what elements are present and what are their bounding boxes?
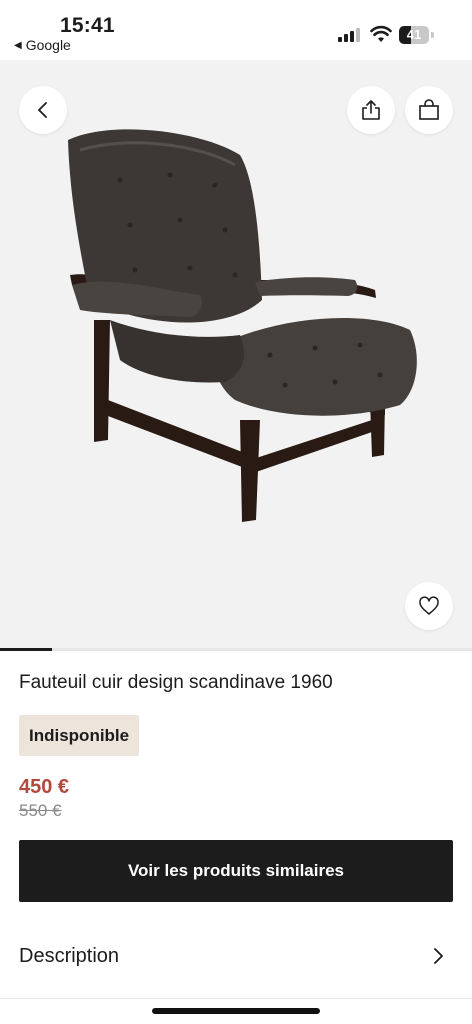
back-triangle-icon: ◀ (14, 39, 22, 51)
favorite-button[interactable] (405, 582, 453, 630)
back-button[interactable] (19, 86, 67, 134)
battery-percent: 41 (406, 27, 422, 42)
product-photo-armchair (68, 129, 417, 522)
back-to-app-link[interactable]: ◀ Google (14, 37, 71, 53)
availability-badge: Indisponible (19, 715, 140, 756)
status-time: 15:41 (60, 14, 115, 37)
original-price: 550 € (19, 801, 62, 820)
battery-icon: 41 (399, 26, 435, 44)
description-row[interactable]: Description (0, 922, 472, 990)
chevron-left-icon (38, 102, 47, 118)
shopping-bag-button[interactable] (405, 86, 453, 134)
similar-products-button[interactable]: Voir les produits similaires (19, 840, 453, 902)
product-title: Fauteuil cuir design scandinave 1960 (19, 672, 333, 693)
chevron-right-icon (434, 948, 443, 964)
description-label: Description (19, 944, 120, 967)
wifi-icon (370, 25, 392, 42)
shopping-bag-icon (419, 99, 439, 120)
home-indicator[interactable] (152, 1008, 320, 1014)
heart-icon (419, 596, 439, 615)
share-icon (362, 100, 380, 120)
carousel-progress-fill (0, 648, 52, 651)
back-app-label: Google (25, 37, 71, 53)
current-price: 450 € (19, 776, 70, 798)
share-button[interactable] (347, 86, 395, 134)
cellular-signal-icon (338, 28, 360, 42)
carousel-progress (0, 648, 472, 651)
divider (0, 998, 472, 999)
